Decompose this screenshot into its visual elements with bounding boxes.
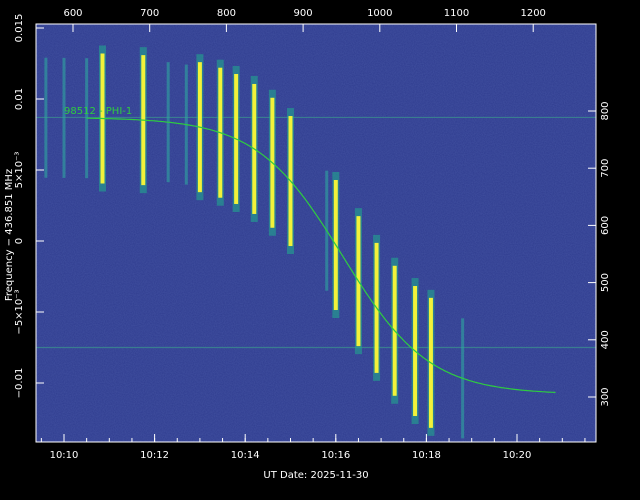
- top-tick-label: 800: [217, 8, 236, 19]
- y-axis-label: Frequency − 436.851 MHz: [4, 169, 15, 301]
- right-tick-label: 600: [600, 216, 611, 235]
- faint-pulse: [62, 57, 66, 178]
- spectrogram-chart: 10:10 10:12 10:14 10:16 10:18 10:20 600 700 800 9…: [4, 8, 611, 481]
- top-tick-label: 600: [63, 8, 82, 19]
- faint-pulse: [44, 57, 48, 178]
- left-tick-label: −0.01: [14, 368, 25, 399]
- bottom-tick-label: 10:16: [321, 450, 350, 461]
- left-tick-label: −5×10⁻³: [14, 289, 25, 334]
- top-tick-label: 1000: [367, 8, 392, 19]
- left-tick-label: 5×10⁻³: [14, 152, 25, 189]
- x-axis-label: UT Date: 2025-11-30: [263, 470, 368, 481]
- right-tick-label: 400: [600, 330, 611, 349]
- left-tick-label: 0.01: [14, 88, 25, 110]
- right-tick-label: 700: [600, 159, 611, 178]
- top-tick-label: 1100: [444, 8, 469, 19]
- bottom-tick-label: 10:18: [412, 450, 441, 461]
- bottom-tick-label: 10:10: [50, 450, 79, 461]
- left-tick-label: 0.015: [14, 14, 25, 43]
- right-tick-label: 800: [600, 101, 611, 120]
- bottom-tick-label: 10:14: [231, 450, 260, 461]
- top-tick-label: 1200: [520, 8, 545, 19]
- plot-noise: [36, 24, 596, 442]
- bottom-tick-label: 10:12: [140, 450, 169, 461]
- left-tick-label: 0: [14, 238, 25, 244]
- satellite-annotation: 98512 - PHI-1: [64, 106, 132, 117]
- right-tick-label: 300: [600, 387, 611, 406]
- right-tick-label: 500: [600, 273, 611, 292]
- bottom-tick-label: 10:20: [503, 450, 532, 461]
- top-tick-label: 900: [294, 8, 313, 19]
- top-tick-label: 700: [140, 8, 159, 19]
